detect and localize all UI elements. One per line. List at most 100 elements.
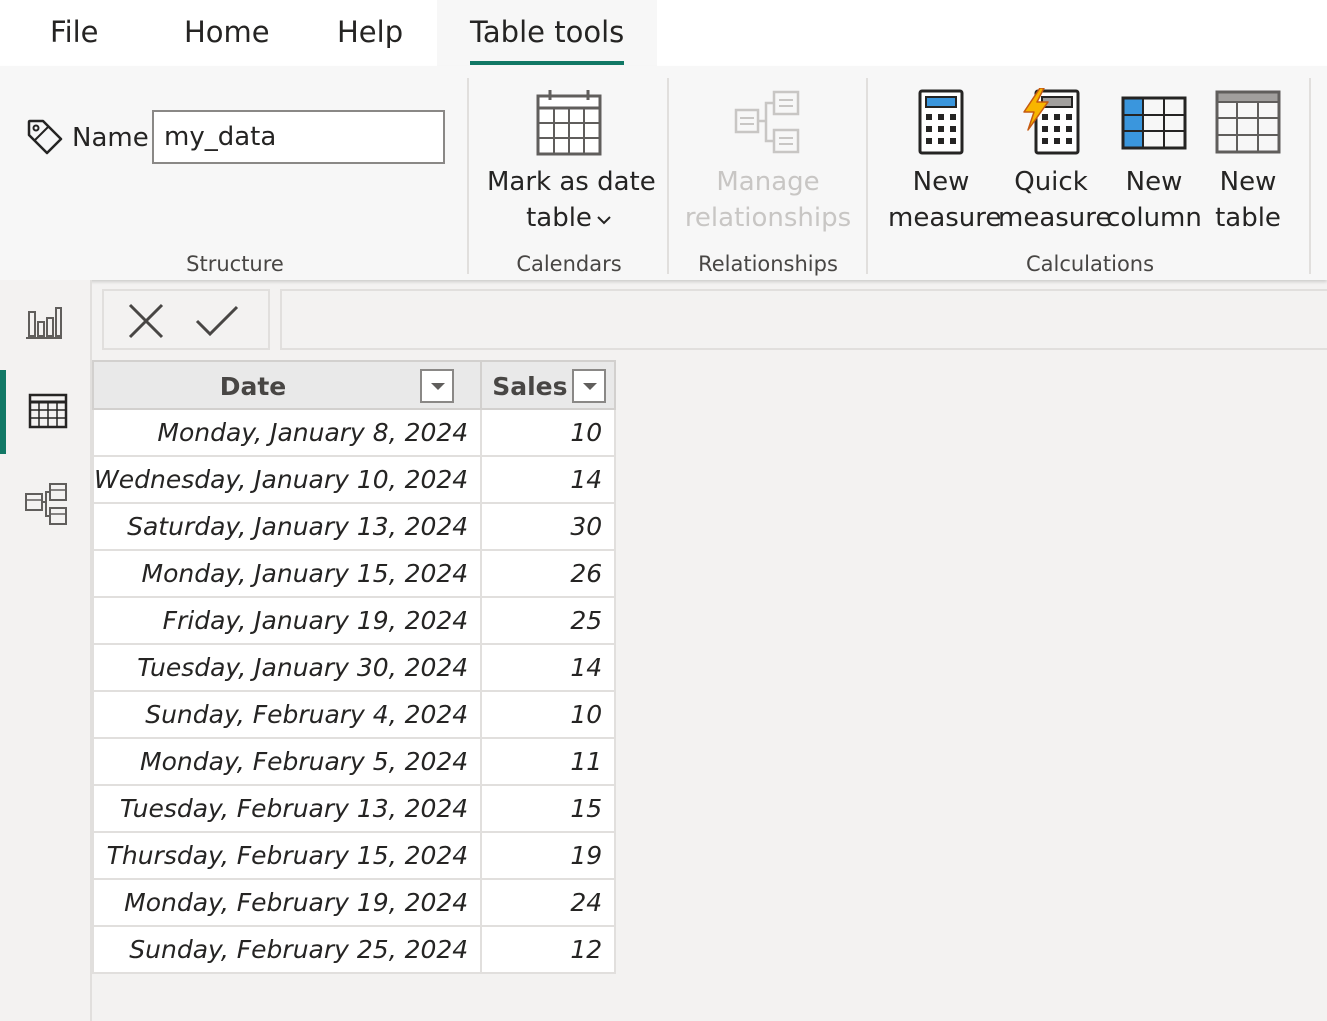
manage-label-1: Manage: [716, 167, 820, 197]
data-grid: Date Sales Monday, January 8, 2024 10 Wedn…: [91, 360, 617, 974]
quick-measure-button[interactable]: Quick measure: [998, 88, 1112, 236]
relationships-icon: [734, 90, 800, 154]
column-header-label: Sales: [492, 372, 568, 401]
sales-cell[interactable]: 14: [480, 455, 617, 504]
tab-home-label: Home: [184, 15, 270, 49]
left-nav: [0, 280, 92, 1021]
date-cell[interactable]: Friday, January 19, 2024: [91, 596, 483, 645]
column-header-date[interactable]: Date: [91, 360, 483, 410]
date-cell[interactable]: Tuesday, January 30, 2024: [91, 643, 483, 692]
sales-cell[interactable]: 11: [480, 737, 617, 786]
new-measure-label-1: New: [912, 167, 970, 197]
new-measure-label-2: measure: [888, 203, 1002, 233]
ribbon: Name Structure Mark as date table Calend…: [0, 66, 1327, 280]
new-column-button[interactable]: New column: [1106, 88, 1202, 236]
manage-relationships-button[interactable]: Manage relationships: [683, 88, 853, 236]
quick-measure-icon: [1023, 88, 1080, 155]
sales-cell[interactable]: 25: [480, 596, 617, 645]
manage-label-2: relationships: [684, 203, 852, 233]
date-cell[interactable]: Monday, January 15, 2024: [91, 549, 483, 598]
table-row: Sunday, February 4, 2024 10: [91, 690, 617, 739]
new-table-icon: [1215, 90, 1281, 154]
sales-cell[interactable]: 12: [480, 925, 617, 974]
tab-table-tools[interactable]: Table tools: [437, 0, 657, 66]
commit-icon[interactable]: [194, 301, 240, 341]
mark-as-date-label-1: Mark as date: [487, 167, 656, 197]
table-row: Saturday, January 13, 2024 30: [91, 502, 617, 551]
sales-cell[interactable]: 30: [480, 502, 617, 551]
nav-report-view[interactable]: [0, 280, 90, 364]
table-row: Monday, February 5, 2024 11: [91, 737, 617, 786]
sales-cell[interactable]: 19: [480, 831, 617, 880]
calculator-icon: [918, 89, 964, 155]
table-row: Monday, January 15, 2024 26: [91, 549, 617, 598]
table-row: Tuesday, February 13, 2024 15: [91, 784, 617, 833]
table-row: Monday, January 8, 2024 10: [91, 408, 617, 457]
new-measure-button[interactable]: New measure: [888, 88, 1002, 236]
group-label-relationships: Relationships: [698, 252, 838, 276]
quick-measure-label-1: Quick: [1014, 167, 1088, 197]
date-cell[interactable]: Monday, February 19, 2024: [91, 878, 483, 927]
group-separator: [667, 78, 669, 274]
group-label-structure: Structure: [186, 252, 284, 276]
tab-file-label: File: [50, 15, 99, 49]
model-icon: [25, 483, 67, 525]
bar-chart-icon: [26, 307, 62, 339]
quick-measure-label-2: measure: [998, 203, 1112, 233]
date-cell[interactable]: Monday, February 5, 2024: [91, 737, 483, 786]
sales-cell[interactable]: 15: [480, 784, 617, 833]
table-row: Monday, February 19, 2024 24: [91, 878, 617, 927]
formula-input[interactable]: [280, 289, 1327, 350]
nav-model-view[interactable]: [0, 460, 90, 544]
grid-body: Monday, January 8, 2024 10 Wednesday, Janu…: [91, 408, 617, 974]
table-icon: [28, 393, 68, 429]
menu-bar: File Home Help Table tools: [0, 0, 1327, 66]
tab-home[interactable]: Home: [184, 0, 270, 66]
sales-filter-dropdown[interactable]: [572, 369, 607, 403]
new-column-icon: [1121, 96, 1187, 150]
sales-cell[interactable]: 10: [480, 690, 617, 739]
tab-file[interactable]: File: [50, 0, 99, 66]
calendar-icon: [536, 90, 602, 156]
sales-cell[interactable]: 26: [480, 549, 617, 598]
header-row: Date Sales: [91, 360, 617, 410]
table-row: Sunday, February 25, 2024 12: [91, 925, 617, 974]
new-table-button[interactable]: New table: [1206, 88, 1290, 236]
name-label: Name: [72, 123, 149, 153]
new-column-label-2: column: [1106, 203, 1202, 233]
group-label-calculations: Calculations: [1025, 252, 1155, 276]
tab-table-tools-label: Table tools: [470, 3, 625, 65]
date-filter-dropdown[interactable]: [420, 369, 454, 403]
group-separator: [1309, 78, 1311, 274]
formula-bar-buttons: [102, 289, 270, 350]
table-row: Wednesday, January 10, 2024 14: [91, 455, 617, 504]
mark-as-date-label-2: table: [487, 200, 651, 236]
date-cell[interactable]: Sunday, February 4, 2024: [91, 690, 483, 739]
cancel-icon[interactable]: [126, 301, 166, 341]
sales-cell[interactable]: 10: [480, 408, 617, 457]
tab-help[interactable]: Help: [337, 0, 403, 66]
sales-cell[interactable]: 14: [480, 643, 617, 692]
date-cell[interactable]: Sunday, February 25, 2024: [91, 925, 483, 974]
date-cell[interactable]: Tuesday, February 13, 2024: [91, 784, 483, 833]
group-separator: [866, 78, 868, 274]
mark-as-date-table-button[interactable]: Mark as date table: [487, 88, 656, 236]
date-cell[interactable]: Monday, January 8, 2024: [91, 408, 483, 457]
column-header-label: Date: [219, 372, 287, 401]
group-label-calendars: Calendars: [516, 252, 622, 276]
sales-cell[interactable]: 24: [480, 878, 617, 927]
date-cell[interactable]: Thursday, February 15, 2024: [91, 831, 483, 880]
column-header-sales[interactable]: Sales: [480, 360, 617, 410]
table-row: Tuesday, January 30, 2024 14: [91, 643, 617, 692]
table-row: Friday, January 19, 2024 25: [91, 596, 617, 645]
tab-help-label: Help: [337, 15, 404, 49]
nav-table-view[interactable]: [0, 370, 90, 454]
chevron-down-icon: [597, 216, 611, 225]
table-row: Thursday, February 15, 2024 19: [91, 831, 617, 880]
new-table-label-1: New: [1219, 167, 1277, 197]
date-cell[interactable]: Saturday, January 13, 2024: [91, 502, 483, 551]
date-cell[interactable]: Wednesday, January 10, 2024: [91, 455, 483, 504]
new-table-label-2: table: [1215, 203, 1281, 233]
table-name-input[interactable]: [152, 110, 445, 164]
tag-icon: [27, 119, 63, 155]
